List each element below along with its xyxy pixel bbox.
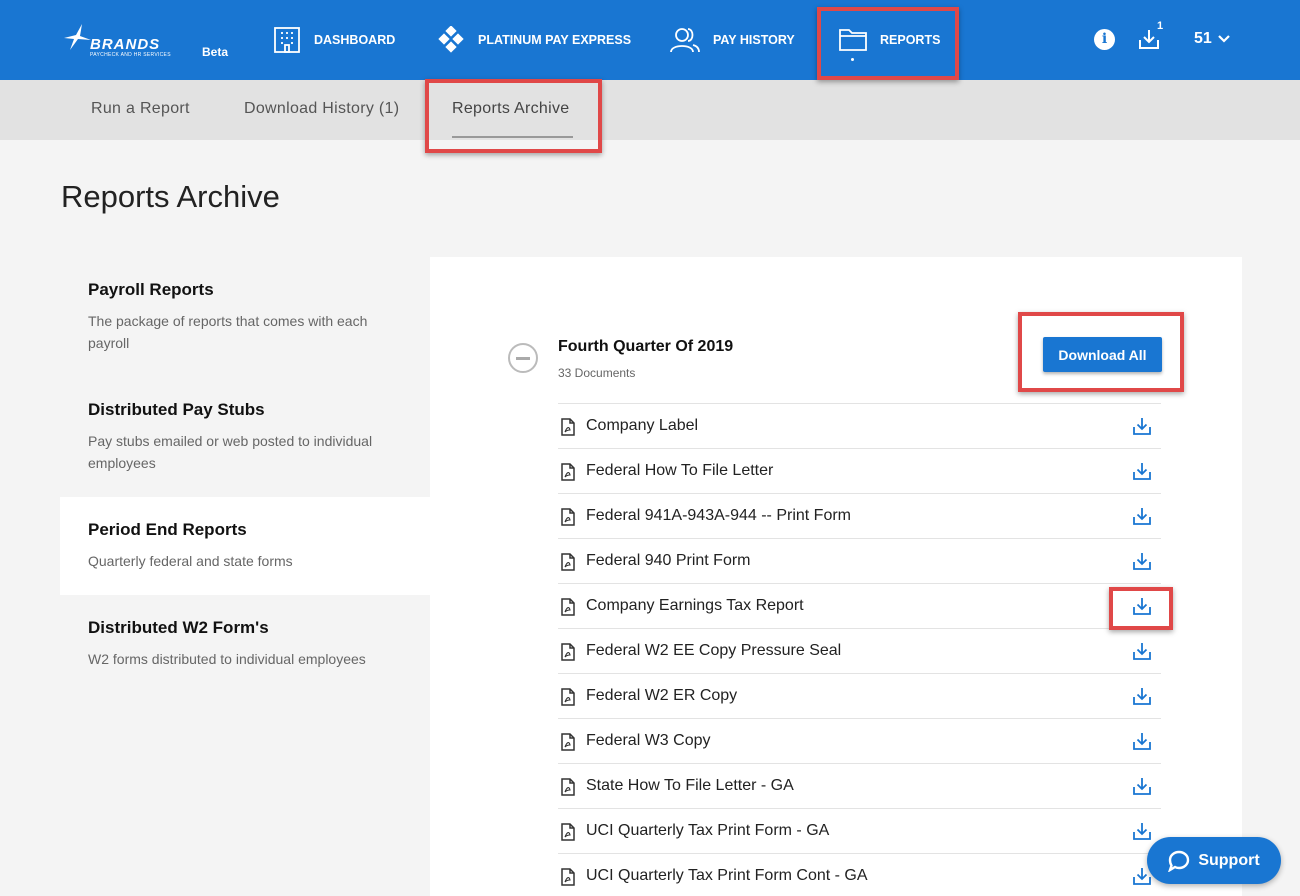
nav-platinum-pay-express[interactable]: PLATINUM PAY EXPRESS [436,0,631,80]
menu-payroll-reports[interactable]: Payroll Reports The package of reports t… [60,257,430,377]
pdf-file-icon [560,778,576,801]
menu-period-end-reports[interactable]: Period End Reports Quarterly federal and… [60,497,430,595]
menu-distributed-w2-forms[interactable]: Distributed W2 Form's W2 forms distribut… [60,595,430,695]
download-icon[interactable] [1132,821,1152,846]
menu-item-title: Period End Reports [88,520,247,539]
brand-name: BRANDS [90,36,161,53]
document-row: UCI Quarterly Tax Print Form - GA [558,808,1161,853]
menu-item-description: The package of reports that comes with e… [88,313,368,351]
collapse-minus-icon[interactable] [508,343,538,373]
pdf-file-icon [560,643,576,666]
brands-logo[interactable]: BRANDS PAYCHECK AND HR SERVICES Beta [62,20,232,62]
tab-run-a-report[interactable]: Run a Report [91,100,190,118]
document-name[interactable]: Company Label [586,417,698,435]
document-name[interactable]: Federal W2 ER Copy [586,687,737,705]
nav-reports[interactable]: REPORTS [838,0,940,80]
support-button[interactable]: Support [1147,837,1281,884]
menu-item-title: Payroll Reports [88,280,214,299]
download-icon[interactable] [1132,731,1152,756]
nav-reports-label: REPORTS [880,33,941,47]
document-name[interactable]: Federal How To File Letter [586,462,773,480]
beta-badge: Beta [202,45,229,59]
active-tab-underline [452,136,573,138]
pdf-file-icon [560,463,576,486]
chat-bubble-icon [1168,850,1190,872]
menu-item-title: Distributed Pay Stubs [88,400,265,419]
download-icon[interactable] [1132,641,1152,666]
info-icon[interactable]: i [1094,29,1115,50]
top-nav-bar: BRANDS PAYCHECK AND HR SERVICES Beta DAS… [0,0,1300,80]
document-name[interactable]: UCI Quarterly Tax Print Form Cont - GA [586,867,868,885]
document-row: Federal W3 Copy [558,718,1161,763]
menu-item-title: Distributed W2 Form's [88,618,269,637]
pdf-file-icon [560,508,576,531]
download-icon[interactable] [1132,686,1152,711]
menu-distributed-pay-stubs[interactable]: Distributed Pay Stubs Pay stubs emailed … [60,377,430,497]
download-all-button[interactable]: Download All [1043,337,1162,372]
document-row: Company Label [558,403,1161,448]
download-icon[interactable] [1132,506,1152,531]
folder-icon [839,29,867,51]
pdf-file-icon [560,598,576,621]
download-icon[interactable] [1132,776,1152,801]
nav-dashboard-label: DASHBOARD [314,33,396,47]
group-document-count: 33 Documents [558,366,636,380]
download-icon[interactable] [1132,551,1152,576]
document-name[interactable]: State How To File Letter - GA [586,777,794,795]
nav-dashboard[interactable]: DASHBOARD [272,0,395,80]
pdf-file-icon [560,688,576,711]
star-logo-icon [64,24,91,50]
nav-platinum-label: PLATINUM PAY EXPRESS [478,33,632,47]
user-id: 51 [1194,30,1212,47]
document-list: Company Label Federal How To File Letter F… [558,403,1161,896]
document-row: Federal W2 EE Copy Pressure Seal [558,628,1161,673]
document-name[interactable]: Company Earnings Tax Report [586,597,804,615]
document-row: State How To File Letter - GA [558,763,1161,808]
page-title: Reports Archive [61,179,280,214]
building-icon [274,27,300,53]
document-row: Federal How To File Letter [558,448,1161,493]
user-menu[interactable]: 51 [1194,30,1230,48]
document-row: Federal 940 Print Form [558,538,1161,583]
pdf-file-icon [560,553,576,576]
document-name[interactable]: Federal 941A-943A-944 -- Print Form [586,507,851,525]
pdf-file-icon [560,418,576,441]
group-title: Fourth Quarter Of 2019 [558,338,734,355]
diamond-grid-icon [438,26,464,53]
support-label: Support [1198,851,1260,869]
download-icon[interactable] [1132,596,1152,621]
downloads-count-badge: 1 [1157,20,1164,32]
users-icon [670,28,700,53]
brand-tagline: PAYCHECK AND HR SERVICES [90,52,171,58]
nav-history-label: PAY HISTORY [713,33,795,47]
chevron-down-icon [1218,35,1230,43]
reports-subtabs: Run a Report Download History (1) Report… [0,80,1300,140]
tab-download-history[interactable]: Download History (1) [244,100,399,118]
document-name[interactable]: UCI Quarterly Tax Print Form - GA [586,822,829,840]
menu-item-description: W2 forms distributed to individual emplo… [88,651,366,667]
download-icon[interactable] [1132,416,1152,441]
tab-reports-archive[interactable]: Reports Archive [452,100,569,118]
pdf-file-icon [560,823,576,846]
download-icon[interactable] [1132,461,1152,486]
document-row: Company Earnings Tax Report [558,583,1161,628]
nav-pay-history[interactable]: PAY HISTORY [669,0,795,80]
pdf-file-icon [560,733,576,756]
active-indicator-dot [851,58,854,61]
pdf-file-icon [560,868,576,891]
document-row: Federal W2 ER Copy [558,673,1161,718]
document-row: UCI Quarterly Tax Print Form Cont - GA [558,853,1161,896]
menu-item-description: Pay stubs emailed or web posted to indiv… [88,433,373,471]
document-row: Federal 941A-943A-944 -- Print Form [558,493,1161,538]
menu-item-description: Quarterly federal and state forms [88,553,293,569]
document-name[interactable]: Federal W3 Copy [586,732,711,750]
document-name[interactable]: Federal W2 EE Copy Pressure Seal [586,642,841,660]
document-name[interactable]: Federal 940 Print Form [586,552,751,570]
